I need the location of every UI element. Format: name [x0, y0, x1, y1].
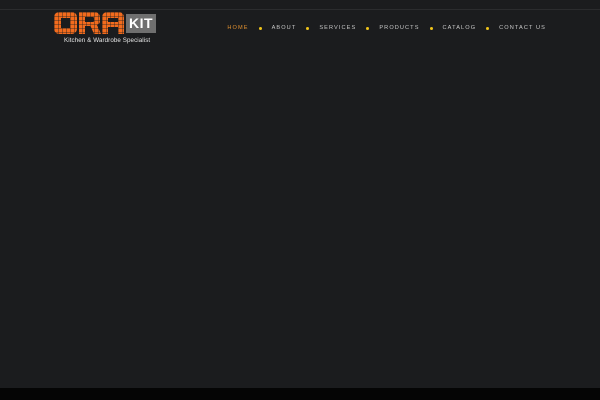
- nav-link-about[interactable]: ABOUT: [272, 25, 297, 31]
- nav-link-services[interactable]: SERVICES: [319, 25, 356, 31]
- ora-logo-mark: [54, 12, 124, 34]
- kit-badge: KIT: [126, 14, 156, 33]
- nav-item-catalog: CATALOG: [443, 25, 500, 31]
- nav-link-products[interactable]: PRODUCTS: [379, 25, 419, 31]
- nav-separator-dot: [258, 26, 262, 30]
- footer-bar: [0, 388, 600, 400]
- logo-link[interactable]: KIT Kitchen & Wardrobe Specialist: [54, 12, 158, 48]
- nav-item-contact-us: CONTACT US: [499, 25, 546, 31]
- nav-item-products: PRODUCTS: [379, 25, 442, 31]
- nav-item-about: ABOUT: [272, 25, 320, 31]
- nav-separator-dot: [366, 26, 370, 30]
- nav-separator-dot: [429, 26, 433, 30]
- top-bar: [0, 0, 600, 10]
- nav-separator-dot: [486, 26, 490, 30]
- main-nav: HOME ABOUT SERVICES PRODUCTS CATALOG CON…: [227, 24, 546, 32]
- nav-item-home: HOME: [227, 25, 271, 31]
- site-header: KIT Kitchen & Wardrobe Specialist HOME A…: [0, 10, 600, 50]
- nav-link-contact-us[interactable]: CONTACT US: [499, 25, 546, 31]
- nav-link-catalog[interactable]: CATALOG: [443, 25, 477, 31]
- nav-separator-dot: [306, 26, 310, 30]
- logo-tagline: Kitchen & Wardrobe Specialist: [64, 37, 151, 44]
- nav-link-home[interactable]: HOME: [227, 25, 248, 31]
- nav-item-services: SERVICES: [319, 25, 379, 31]
